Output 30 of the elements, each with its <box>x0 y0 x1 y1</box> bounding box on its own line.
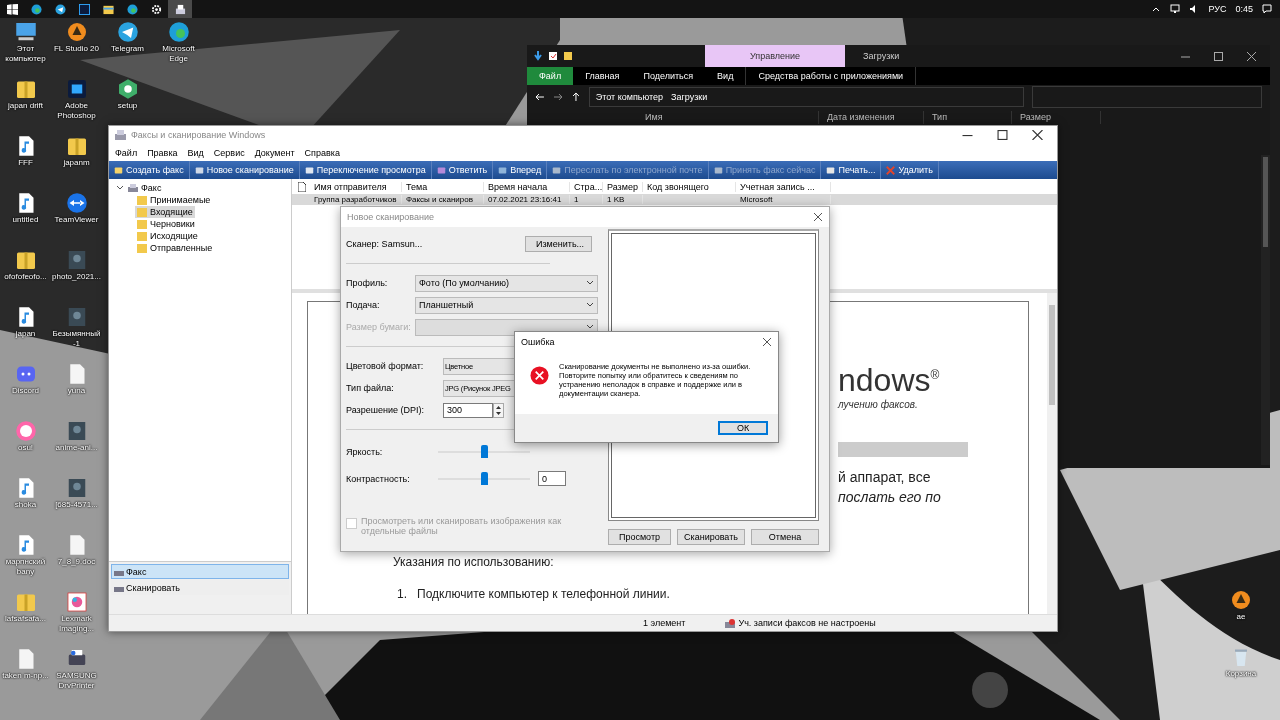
paragraph-text: послать его по <box>838 489 942 505</box>
table-cell: Факсы и сканиров <box>402 195 484 204</box>
step-number: 1. <box>397 587 407 601</box>
dialog-title: Новое сканирование <box>347 212 435 222</box>
step-text: Подключите компьютер к телефонной линии. <box>417 587 670 601</box>
scanner-label: Сканер: Samsun... <box>346 239 423 249</box>
field-label: Контрастность: <box>346 473 411 484</box>
tab-group-label: Управление <box>705 45 845 67</box>
field-label: Разрешение (DPI): <box>346 405 425 415</box>
subtitle: лучению факсов. <box>838 399 919 410</box>
status-text: Уч. записи факсов не настроены <box>738 618 876 628</box>
field-label: Подача: <box>346 300 381 310</box>
field-label: Профиль: <box>346 278 389 288</box>
table-cell: 07.02.2021 23:16:41 <box>484 195 570 204</box>
checkbox-label: Просмотреть или сканировать изображения как отдельные файлы <box>361 516 563 536</box>
table-cell: Microsoft <box>736 195 831 204</box>
field-label: Цветовой формат: <box>346 361 425 371</box>
paragraph-text: й аппарат, все <box>838 469 932 485</box>
logo-text: ndows$^{®}$ <box>838 362 940 399</box>
dialog-title: Ошибка <box>521 337 555 347</box>
table-cell: 1 <box>570 195 603 204</box>
field-label: Яркость: <box>346 446 384 457</box>
field-label: Тип файла: <box>346 383 395 393</box>
window-title: Факсы и сканирование Windows <box>131 130 266 140</box>
section-heading: Указания по использованию: <box>393 555 555 569</box>
window-title: Загрузки <box>862 50 900 63</box>
table-cell: Группа разработчиков <box>310 195 402 204</box>
field-label: Размер бумаги: <box>346 322 412 332</box>
status-text: 1 элемент <box>643 618 686 628</box>
table-cell: 1 KB <box>603 195 643 204</box>
